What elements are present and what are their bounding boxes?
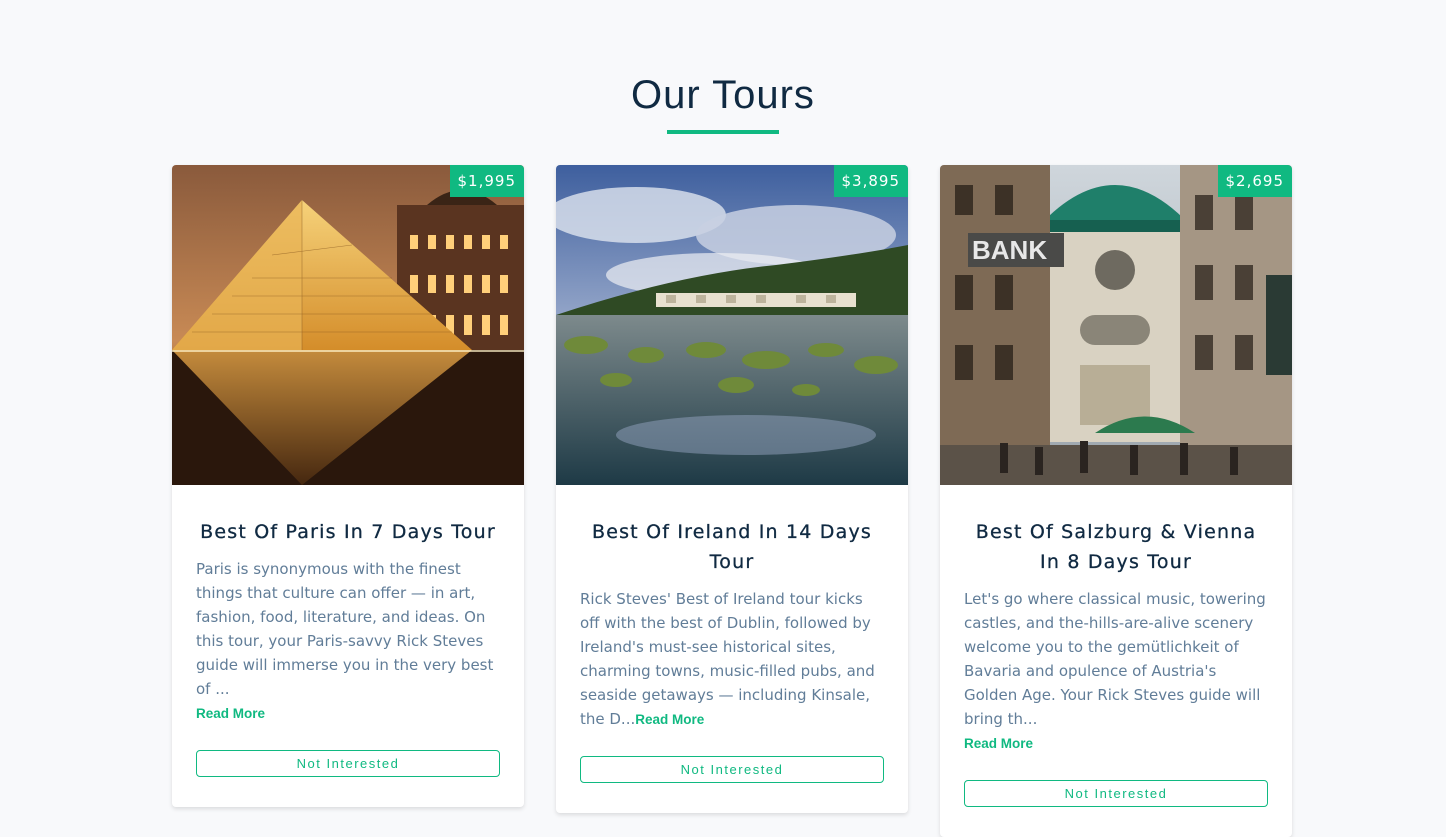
tour-description-text: Paris is synonymous with the finest thin… [196,560,494,698]
read-more-link[interactable]: Read More [964,736,1033,751]
tour-card: $1,995 Best Of Paris In 7 Days Tour Pari… [172,165,524,807]
title-underline [667,130,779,134]
tour-image-vienna: BANK $2,695 [940,165,1292,485]
tour-info: Best Of Paris In 7 Days Tour Paris is sy… [172,485,524,807]
not-interested-button[interactable]: Not Interested [964,780,1268,807]
not-interested-button[interactable]: Not Interested [580,756,884,783]
tour-description: Rick Steves' Best of Ireland tour kicks … [580,587,884,732]
tour-description-text: Let's go where classical music, towering… [964,590,1266,728]
tour-image-ireland: $3,895 [556,165,908,485]
tour-description: Let's go where classical music, towering… [964,587,1268,756]
tour-name: Best Of Paris In 7 Days Tour [200,521,496,543]
tour-card: $3,895 Best Of Ireland In 14 Days Tour R… [556,165,908,813]
tour-price: $1,995 [449,165,524,197]
svg-text:BANK: BANK [972,235,1047,265]
tour-card: BANK $2,695 Best Of Salzburg & Vienna In… [940,165,1292,837]
read-more-link[interactable]: Read More [635,712,704,727]
tour-name: Best Of Ireland In 14 Days Tour [591,521,873,573]
tour-description: Paris is synonymous with the finest thin… [196,557,500,726]
read-more-link[interactable]: Read More [196,706,265,721]
section-title: Our Tours [0,70,1446,134]
tour-info: Best Of Ireland In 14 Days Tour Rick Ste… [556,485,908,813]
page-title: Our Tours [631,73,815,117]
tour-name: Best Of Salzburg & Vienna In 8 Days Tour [975,521,1257,573]
tour-info: Best Of Salzburg & Vienna In 8 Days Tour… [940,485,1292,837]
tour-description-text: Rick Steves' Best of Ireland tour kicks … [580,590,875,728]
tour-price: $2,695 [1217,165,1292,197]
tours-list: $1,995 Best Of Paris In 7 Days Tour Pari… [172,165,1292,837]
tour-image-paris: $1,995 [172,165,524,485]
not-interested-button[interactable]: Not Interested [196,750,500,777]
tour-price: $3,895 [833,165,908,197]
